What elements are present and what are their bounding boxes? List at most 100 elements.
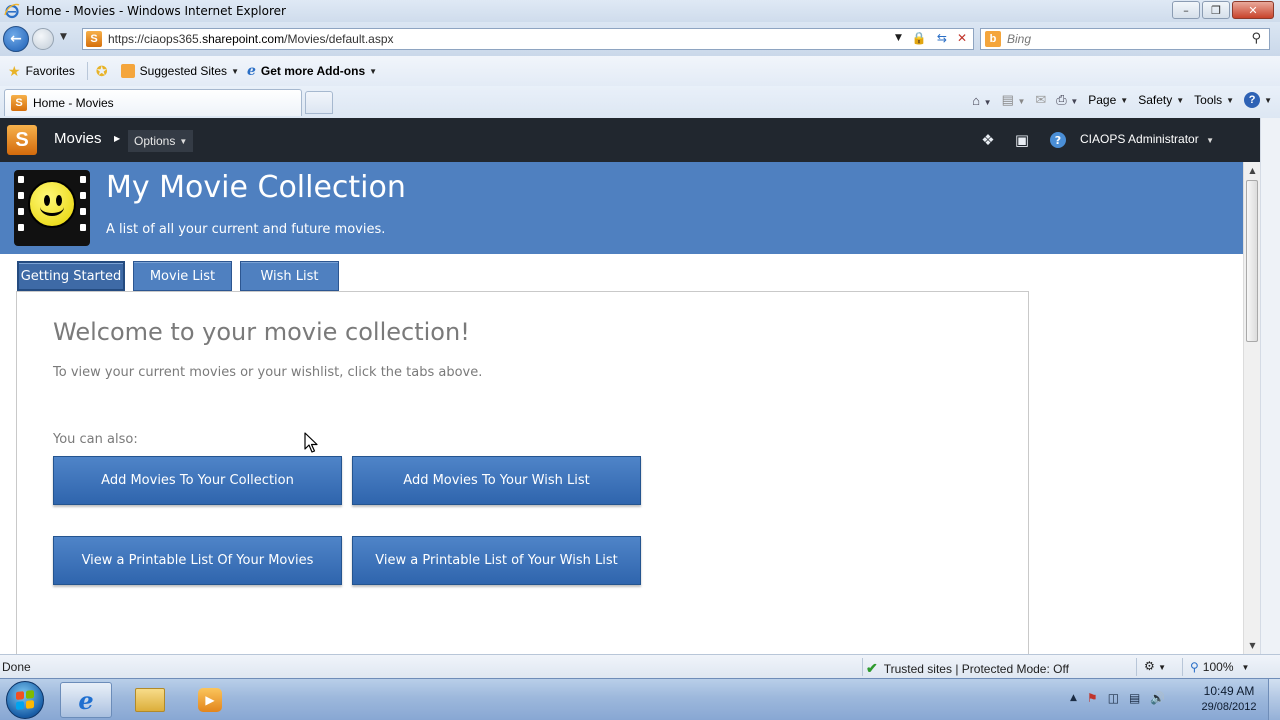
search-box[interactable]: b Bing ⚲ [980,28,1270,50]
url-text: https://ciaops365.sharepoint.com/Movies/… [108,32,394,46]
favorites-button[interactable]: ★ Favorites [8,63,75,80]
system-tray: ▲ ⚑ ◫ ▤ 🔊 [1070,691,1165,705]
scrollbar-thumb[interactable] [1246,180,1258,342]
taskbar-media-player[interactable]: ▶ [184,682,236,718]
tab-movie-list[interactable]: Movie List [133,261,232,291]
user-menu[interactable]: CIAOPS Administrator ▼ [1080,132,1214,146]
status-divider [1136,658,1137,676]
search-icon[interactable]: ⚲ [1251,31,1261,46]
browser-tab-title: Home - Movies [33,96,114,110]
back-button[interactable]: ← [3,26,29,52]
help-menu[interactable]: ? ▼ [1244,92,1272,108]
smiley-mouth [40,198,64,216]
url-path: /Movies/default.aspx [284,32,394,46]
taskbar-clock[interactable]: 10:49 AM 29/08/2012 [1194,683,1264,715]
suggested-sites-link[interactable]: Suggested Sites ▼ [120,64,239,78]
compatibility-view-icon[interactable]: ⇆ [937,31,947,45]
scroll-up-icon[interactable]: ▲ [1244,162,1261,179]
maximize-button[interactable]: ❐ [1202,1,1230,19]
film-hole [18,208,24,215]
site-description: A list of all your current and future mo… [106,222,386,237]
address-bar[interactable]: S https://ciaops365.sharepoint.com/Movie… [82,28,974,50]
sharepoint-logo-icon[interactable]: S [7,125,37,155]
lock-icon[interactable]: 🔒 [912,31,927,45]
page-menu[interactable]: Page ▼ [1088,93,1128,107]
security-zone[interactable]: ✔ Trusted sites | Protected Mode: Off [866,660,1069,677]
close-window-button[interactable]: ✕ [1232,1,1274,19]
chevron-down-icon: ▼ [1176,95,1185,105]
site-breadcrumb-link[interactable]: Movies [54,130,102,147]
show-hidden-icons-icon[interactable]: ▲ [1070,693,1077,703]
taskbar-windows-explorer[interactable] [124,682,176,718]
forward-button[interactable] [32,28,54,50]
status-divider [862,658,863,676]
window-title: Home - Movies - Windows Internet Explore… [26,4,286,18]
film-hole [80,224,86,231]
help-icon: ? [1244,92,1261,108]
browser-tab-home-movies[interactable]: S Home - Movies [4,89,302,116]
ie-logo-icon [4,3,20,19]
getting-started-panel: Welcome to your movie collection! To vie… [16,291,1029,655]
new-tab-button[interactable] [305,91,333,114]
scroll-down-icon[interactable]: ▼ [1244,637,1261,654]
zoom-control[interactable]: ⚲ 100% ▼ [1190,660,1249,674]
film-hole [18,192,24,199]
page-scrollbar[interactable]: ▲ ▼ [1243,162,1260,654]
recent-pages-dropdown[interactable]: ▼ [60,32,67,42]
show-desktop-button[interactable] [1268,679,1280,720]
volume-icon[interactable]: 🔊 [1150,691,1165,705]
home-icon[interactable]: ⌂ ▼ [972,93,991,108]
tab-getting-started[interactable]: Getting Started [17,261,125,291]
printable-movie-list-button[interactable]: View a Printable List Of Your Movies [53,536,342,585]
windows-logo-icon [16,690,34,710]
tray-app-icon[interactable]: ◫ [1108,691,1119,705]
options-label: Options [134,134,176,148]
sharepoint-favicon-icon: S [11,95,27,111]
print-icon[interactable]: ⎙ ▼ [1056,92,1078,108]
zoom-icon: ⚲ [1190,660,1199,674]
intro-text: To view your current movies or your wish… [53,365,483,380]
tools-menu[interactable]: Tools ▼ [1194,93,1234,107]
film-hole [18,224,24,231]
url-host: sharepoint.com [202,32,285,46]
printable-wish-list-button[interactable]: View a Printable List of Your Wish List [352,536,641,585]
mouse-cursor-icon [304,432,318,453]
address-dropdown-icon[interactable]: ▼ [895,33,902,43]
options-menu[interactable]: Options ▼ [128,130,194,152]
bing-icon: b [985,31,1001,47]
stop-icon[interactable]: ✕ [957,31,967,45]
folder-icon [135,688,165,712]
site-header: My Movie Collection A list of all your c… [0,162,1243,254]
minimize-button[interactable]: – [1172,1,1200,19]
film-hole [80,192,86,199]
tab-wish-list[interactable]: Wish List [240,261,339,291]
user-name: CIAOPS Administrator [1080,132,1199,146]
favorites-bar: ★ Favorites ✪ Suggested Sites ▼ e Get mo… [0,56,1280,86]
ie-page-icon: e [246,63,256,79]
taskbar-internet-explorer[interactable]: e [60,682,112,718]
read-mail-icon[interactable]: ✉ [1035,92,1046,108]
tags-notes-icon[interactable]: ❖ [978,130,998,150]
add-movies-to-wish-list-button[interactable]: Add Movies To Your Wish List [352,456,641,505]
safety-menu[interactable]: Safety ▼ [1138,93,1184,107]
addons-label: Get more Add-ons [260,64,366,78]
protected-mode-settings-icon[interactable]: ⚙ ▼ [1144,659,1166,673]
start-button[interactable] [6,681,44,719]
discussion-icon[interactable]: ▣ [1012,130,1032,150]
network-icon[interactable]: ▤ [1129,691,1140,705]
site-title[interactable]: My Movie Collection [106,170,406,205]
add-to-favorites-bar-button[interactable]: ✪ [96,63,113,80]
status-divider [1182,658,1183,676]
movie-smiley-logo[interactable] [14,170,90,246]
address-row: ← ▼ S https://ciaops365.sharepoint.com/M… [0,22,1280,56]
sharepoint-ribbon: S Movies ▶ Options ▼ ❖ ▣ ? CIAOPS Admini… [0,118,1260,162]
get-more-addons-link[interactable]: e Get more Add-ons ▼ [247,63,377,79]
command-bar: ⌂ ▼ ▤ ▼ ✉ ⎙ ▼ Page ▼ Safety ▼ Tools ▼ ? ▼ [972,92,1272,108]
action-center-flag-icon[interactable]: ⚑ [1087,691,1098,705]
add-movies-to-collection-button[interactable]: Add Movies To Your Collection [53,456,342,505]
trusted-check-icon: ✔ [866,660,878,676]
feeds-icon[interactable]: ▤ ▼ [1002,92,1026,108]
sp-help-icon[interactable]: ? [1050,132,1066,148]
chevron-down-icon: ▼ [231,66,239,76]
security-zone-label: Trusted sites | Protected Mode: Off [883,661,1069,676]
